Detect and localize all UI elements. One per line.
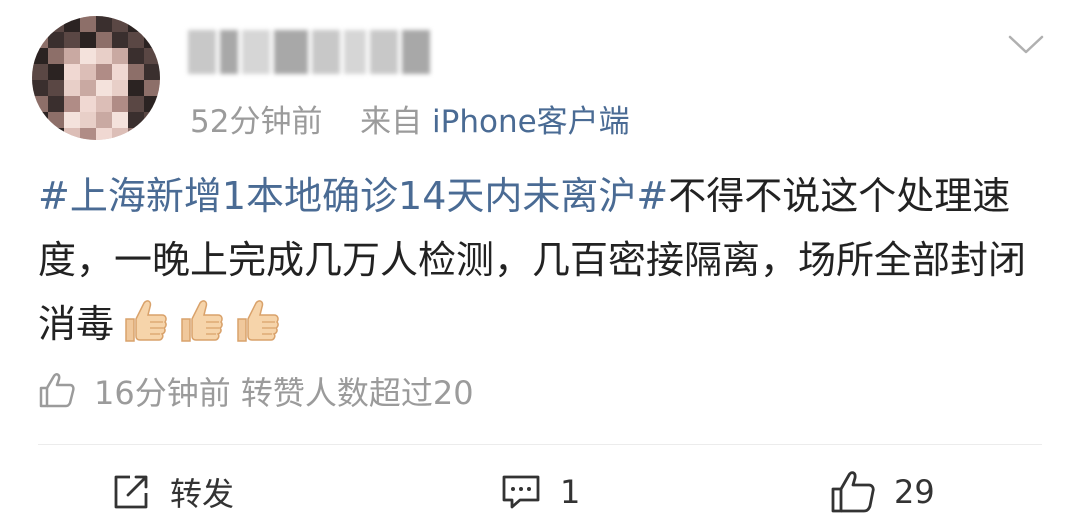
- repost-summary: 16分钟前 转赞人数超过20: [38, 368, 474, 414]
- avatar[interactable]: [32, 16, 160, 140]
- comment-button[interactable]: 1: [500, 466, 580, 518]
- emoji-row: [114, 300, 282, 346]
- chevron-down-icon[interactable]: [1008, 34, 1044, 56]
- comment-icon: [502, 475, 540, 509]
- thumbs-up-icon: [39, 373, 75, 408]
- like-button[interactable]: 29: [830, 466, 935, 518]
- topic-hashtag-link[interactable]: #上海新增1本地确诊14天内未离沪#: [38, 174, 668, 218]
- post-time: 52分钟前: [190, 104, 323, 140]
- post-body: #上海新增1本地确诊14天内未离沪#不得不说这个处理速度，一晚上完成几万人检测，…: [38, 164, 1048, 356]
- repost-label: 转发: [170, 475, 235, 513]
- thumbs-up-emoji: [174, 297, 226, 345]
- like-count: 29: [894, 473, 935, 511]
- source-link[interactable]: iPhone客户端: [432, 104, 630, 140]
- divider: [38, 444, 1042, 445]
- repost-summary-text: 16分钟前 转赞人数超过20: [94, 374, 474, 412]
- repost-button[interactable]: 转发: [110, 466, 234, 518]
- comment-count: 1: [560, 473, 581, 511]
- post-meta: 52分钟前 来自 iPhone客户端: [190, 96, 630, 141]
- thumbs-up-emoji: [230, 297, 282, 345]
- share-icon: [114, 475, 148, 509]
- username-blurred[interactable]: [188, 30, 438, 74]
- source-prefix: 来自: [360, 104, 423, 140]
- thumbs-up-icon: [831, 471, 875, 513]
- thumbs-up-emoji: [118, 297, 170, 345]
